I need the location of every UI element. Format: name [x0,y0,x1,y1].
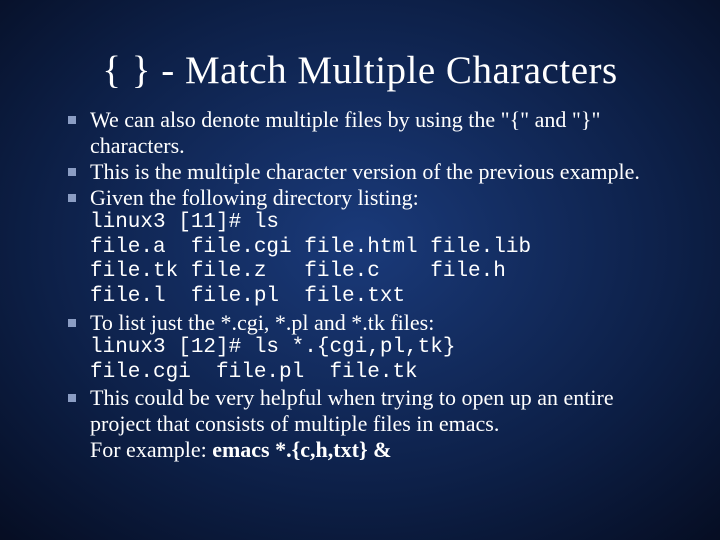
bullet-icon [68,107,90,124]
bullet-icon [68,385,90,402]
list-item: file.a file.cgi file.html file.lib [68,236,680,261]
square-bullet-icon [68,394,76,402]
list-item: This is the multiple character version o… [68,159,680,185]
code-line: file.l file.pl file.txt [90,285,680,310]
code-line: file.tk file.z file.c file.h [90,260,680,285]
list-item: file.cgi file.pl file.tk [68,361,680,386]
body-text: This could be very helpful when trying t… [90,385,680,437]
square-bullet-icon [68,194,76,202]
bullet-icon [68,185,90,202]
list-item: Given the following directory listing: [68,185,680,211]
list-item: linux3 [11]# ls [68,211,680,236]
bullet-icon [68,310,90,327]
slide-content: We can also denote multiple files by usi… [40,107,680,463]
list-item: We can also denote multiple files by usi… [68,107,680,159]
list-item: file.l file.pl file.txt [68,285,680,310]
body-text: To list just the *.cgi, *.pl and *.tk fi… [90,310,680,336]
list-item: file.tk file.z file.c file.h [68,260,680,285]
body-text: Given the following directory listing: [90,185,680,211]
list-item: linux3 [12]# ls *.{cgi,pl,tk} [68,336,680,361]
square-bullet-icon [68,168,76,176]
body-text: For example: emacs *.{c,h,txt} & [90,437,680,463]
slide: { } - Match Multiple Characters We can a… [0,0,720,540]
code-line: file.cgi file.pl file.tk [90,361,680,386]
body-text: This is the multiple character version o… [90,159,680,185]
square-bullet-icon [68,116,76,124]
body-text: We can also denote multiple files by usi… [90,107,680,159]
bullet-icon [68,159,90,176]
code-line: linux3 [12]# ls *.{cgi,pl,tk} [90,336,680,361]
list-item: For example: emacs *.{c,h,txt} & [68,437,680,463]
code-line: linux3 [11]# ls [90,211,680,236]
list-item: To list just the *.cgi, *.pl and *.tk fi… [68,310,680,336]
square-bullet-icon [68,319,76,327]
code-line: file.a file.cgi file.html file.lib [90,236,680,261]
list-item: This could be very helpful when trying t… [68,385,680,437]
slide-title: { } - Match Multiple Characters [40,48,680,93]
